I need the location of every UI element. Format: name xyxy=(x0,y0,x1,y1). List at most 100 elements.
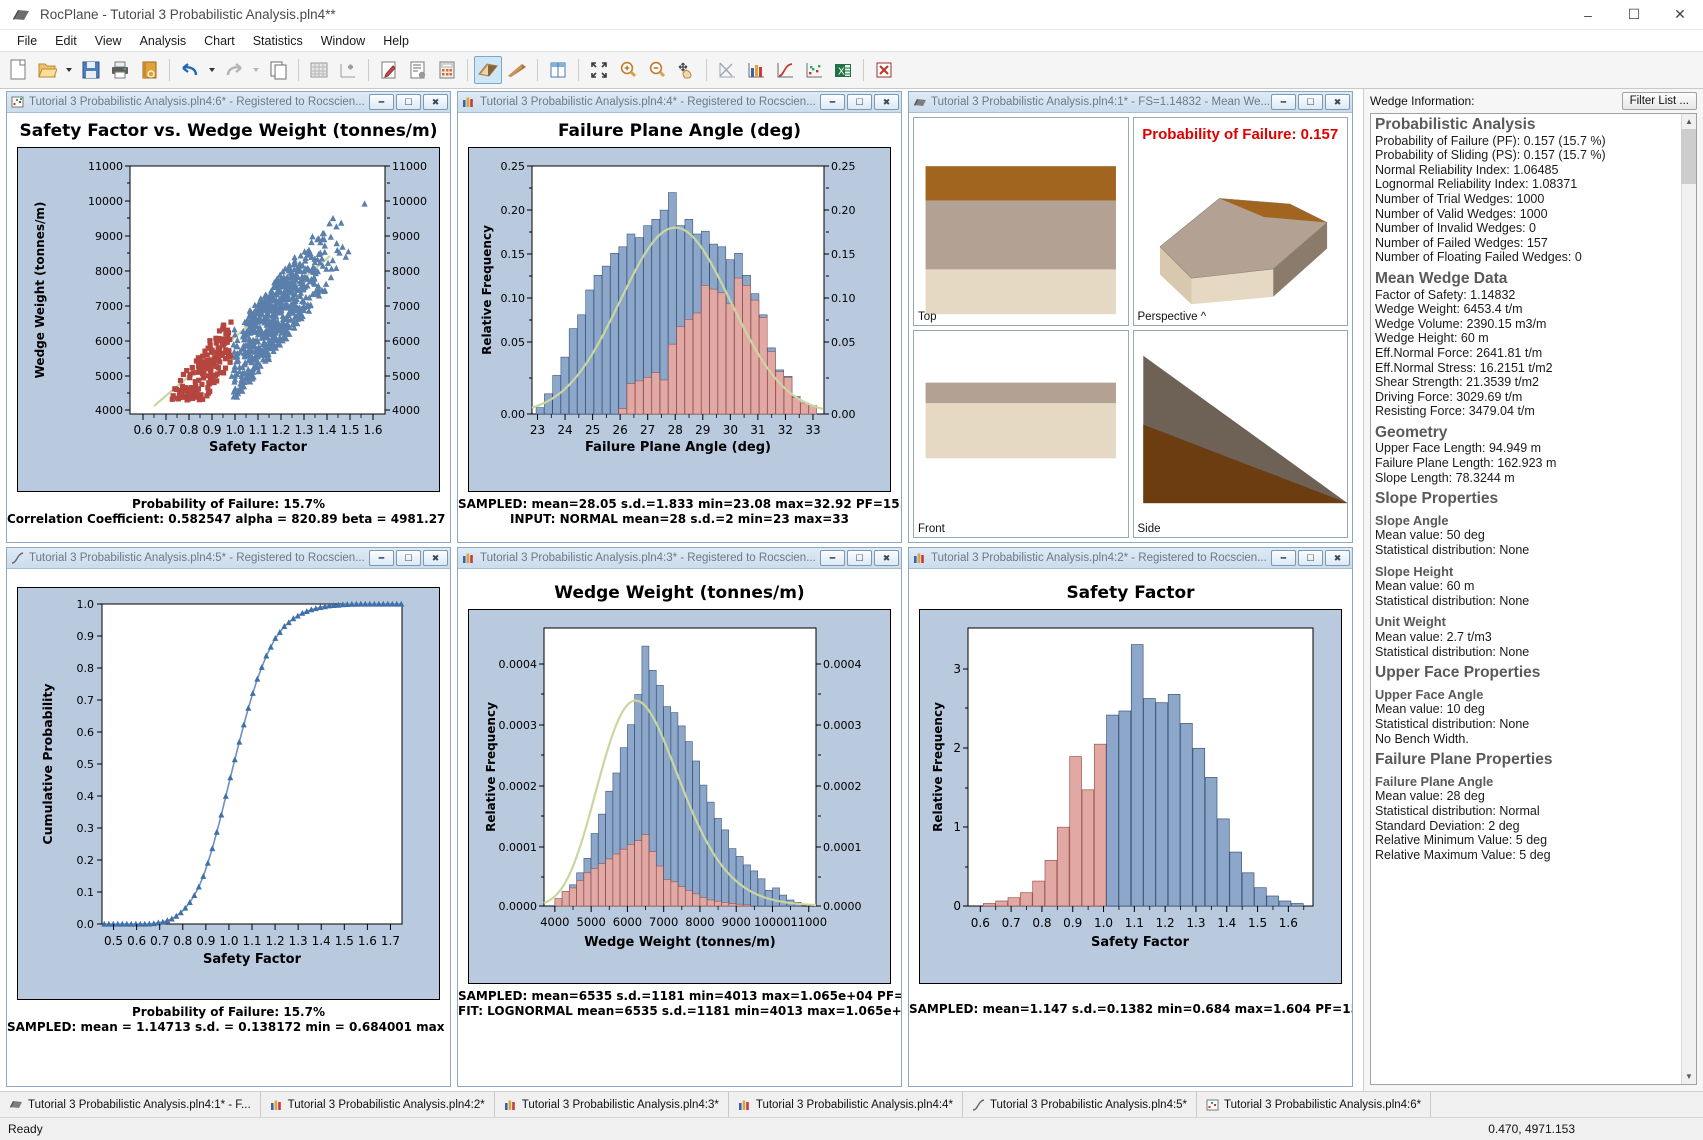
chart-caption-line2: INPUT: NORMAL mean=28 s.d.=2 min=23 max=… xyxy=(510,512,849,526)
window-scatter-plot[interactable]: Tutorial 3 Probabilistic Analysis.pln4:6… xyxy=(6,91,451,543)
window-tab[interactable]: Tutorial 3 Probabilistic Analysis.pln4:2… xyxy=(261,1092,495,1117)
svg-text:4000: 4000 xyxy=(540,915,569,929)
pan-icon[interactable] xyxy=(672,56,700,84)
histogram-icon xyxy=(911,551,928,566)
close-button[interactable]: ✕ xyxy=(1657,0,1703,30)
sidebar-scrollbar[interactable]: ▲ ▼ xyxy=(1681,114,1696,1084)
wedge-pane-side[interactable]: Side xyxy=(1132,329,1348,538)
app-icon xyxy=(6,8,36,22)
window-close-button[interactable]: ✖ xyxy=(874,550,899,566)
scroll-down-icon[interactable]: ▼ xyxy=(1682,1069,1696,1084)
window-close-button[interactable]: ✖ xyxy=(874,94,899,110)
window-wedge-weight-histogram[interactable]: Tutorial 3 Probabilistic Analysis.pln4:3… xyxy=(457,547,902,1087)
window-tab[interactable]: Tutorial 3 Probabilistic Analysis.pln4:3… xyxy=(495,1092,729,1117)
menu-analysis[interactable]: Analysis xyxy=(131,32,196,50)
window-close-button[interactable]: ✖ xyxy=(1325,94,1350,110)
window-tab[interactable]: Tutorial 3 Probabilistic Analysis.pln4:5… xyxy=(963,1092,1198,1117)
window-restore-button[interactable]: ☐ xyxy=(1298,550,1323,566)
window-wedge-3d-views[interactable]: Tutorial 3 Probabilistic Analysis.pln4:1… xyxy=(908,91,1353,543)
window-titlebar[interactable]: Tutorial 3 Probabilistic Analysis.pln4:6… xyxy=(7,92,450,113)
redo-icon[interactable] xyxy=(220,56,248,84)
minimize-button[interactable]: – xyxy=(1565,0,1611,30)
window-titlebar[interactable]: Tutorial 3 Probabilistic Analysis.pln4:5… xyxy=(7,548,450,569)
window-minimize-button[interactable]: ━ xyxy=(369,550,394,566)
cumulative-plot-area[interactable]: 0.0 0.1 0.2 0.3 0.4 0.5 0.6 0.7 0.8 0.9 1.0 0.5 0.6… xyxy=(17,587,440,1000)
window-close-button[interactable]: ✖ xyxy=(1325,550,1350,566)
wedge-view-icon[interactable] xyxy=(474,56,502,84)
new-file-icon[interactable] xyxy=(4,56,32,84)
menu-edit[interactable]: Edit xyxy=(46,32,86,50)
svg-text:8000: 8000 xyxy=(392,265,420,278)
zoom-out-icon[interactable] xyxy=(643,56,671,84)
scrollbar-thumb[interactable] xyxy=(1681,129,1696,184)
project-settings-icon[interactable] xyxy=(375,56,403,84)
window-minimize-button[interactable]: ━ xyxy=(820,550,845,566)
calculator-icon[interactable] xyxy=(433,56,461,84)
window-restore-button[interactable]: ☐ xyxy=(396,94,421,110)
input-data-icon[interactable] xyxy=(404,56,432,84)
window-minimize-button[interactable]: ━ xyxy=(1271,94,1296,110)
menu-file[interactable]: File xyxy=(8,32,46,50)
window-titlebar[interactable]: Tutorial 3 Probabilistic Analysis.pln4:1… xyxy=(909,92,1352,113)
cumulative-svg: 0.0 0.1 0.2 0.3 0.4 0.5 0.6 0.7 0.8 0.9 1.0 0.5 0.6… xyxy=(40,598,405,967)
window-minimize-button[interactable]: ━ xyxy=(1271,550,1296,566)
scatter-plot-icon[interactable] xyxy=(800,56,828,84)
copy-icon[interactable] xyxy=(264,56,292,84)
zoom-all-icon[interactable] xyxy=(585,56,613,84)
scatter-plot-area[interactable]: 11000 10000 9000 8000 7000 6000 5000 400… xyxy=(17,147,440,492)
window-failure-plane-angle[interactable]: Tutorial 3 Probabilistic Analysis.pln4:4… xyxy=(457,91,902,543)
wedge-pane-top[interactable]: Top xyxy=(913,117,1129,326)
window-tab[interactable]: Tutorial 3 Probabilistic Analysis.pln4:4… xyxy=(729,1092,963,1117)
print-icon[interactable] xyxy=(106,56,134,84)
filter-list-button[interactable]: Filter List ... xyxy=(1621,92,1697,110)
wedge-pane-front[interactable]: Front xyxy=(913,329,1129,538)
menu-help[interactable]: Help xyxy=(374,32,418,50)
grid-icon[interactable] xyxy=(305,56,333,84)
excel-export-icon[interactable]: X xyxy=(829,56,857,84)
menu-chart[interactable]: Chart xyxy=(195,32,244,50)
line-chart-icon[interactable] xyxy=(713,56,741,84)
undo-icon[interactable] xyxy=(176,56,204,84)
menu-window[interactable]: Window xyxy=(312,32,374,50)
window-titlebar[interactable]: Tutorial 3 Probabilistic Analysis.pln4:3… xyxy=(458,548,901,569)
wedge-solid-icon[interactable] xyxy=(503,56,531,84)
window-restore-button[interactable]: ☐ xyxy=(396,550,421,566)
print-preview-icon[interactable] xyxy=(135,56,163,84)
open-dropdown-icon[interactable] xyxy=(62,56,76,84)
svg-text:9000: 9000 xyxy=(392,230,420,243)
window-titlebar[interactable]: Tutorial 3 Probabilistic Analysis.pln4:4… xyxy=(458,92,901,113)
window-tab[interactable]: Tutorial 3 Probabilistic Analysis.pln4:6… xyxy=(1197,1092,1432,1117)
safety-factor-plot-area[interactable]: 3 2 1 0 0.6 0.7 0.8 0.9 1.0 1.1 1.2 1.3 1.4 1.5 1.… xyxy=(919,609,1342,984)
window-restore-button[interactable]: ☐ xyxy=(847,94,872,110)
window-restore-button[interactable]: ☐ xyxy=(1298,94,1323,110)
open-folder-icon[interactable] xyxy=(33,56,61,84)
wedge-pane-perspective[interactable]: Probability of Failure: 0.157 Perspectiv… xyxy=(1132,117,1348,326)
maximize-button[interactable]: ☐ xyxy=(1611,0,1657,30)
svg-text:Relative Frequency: Relative Frequency xyxy=(480,225,494,355)
zoom-in-icon[interactable] xyxy=(614,56,642,84)
menu-statistics[interactable]: Statistics xyxy=(244,32,312,50)
scroll-up-icon[interactable]: ▲ xyxy=(1682,114,1696,129)
save-icon[interactable] xyxy=(77,56,105,84)
sidebar-info-line: Failure Plane Length: 162.923 m xyxy=(1375,456,1557,471)
window-safety-factor-histogram[interactable]: Tutorial 3 Probabilistic Analysis.pln4:2… xyxy=(908,547,1353,1087)
window-close-button[interactable]: ✖ xyxy=(423,94,448,110)
window-cumulative-plot[interactable]: Tutorial 3 Probabilistic Analysis.pln4:5… xyxy=(6,547,451,1087)
perspective-view-graphic xyxy=(1159,198,1328,305)
undo-dropdown-icon[interactable] xyxy=(205,56,219,84)
close-chart-icon[interactable] xyxy=(870,56,898,84)
window-minimize-button[interactable]: ━ xyxy=(820,94,845,110)
window-tab[interactable]: Tutorial 3 Probabilistic Analysis.pln4:1… xyxy=(0,1092,261,1117)
add-grid-icon[interactable] xyxy=(334,56,362,84)
cumulative-plot-icon[interactable] xyxy=(771,56,799,84)
window-minimize-button[interactable]: ━ xyxy=(369,94,394,110)
window-restore-button[interactable]: ☐ xyxy=(847,550,872,566)
fpa-plot-area[interactable]: 0.25 0.20 0.15 0.10 0.05 0.00 0.25 0.20 0… xyxy=(468,147,891,492)
redo-dropdown-icon[interactable] xyxy=(249,56,263,84)
wedge-weight-plot-area[interactable]: 0.0004 0.0003 0.0002 0.0001 0.0000 0.000… xyxy=(468,609,891,984)
tile-view-icon[interactable] xyxy=(544,56,572,84)
histogram-icon[interactable] xyxy=(742,56,770,84)
menu-view[interactable]: View xyxy=(86,32,131,50)
window-close-button[interactable]: ✖ xyxy=(423,550,448,566)
window-titlebar[interactable]: Tutorial 3 Probabilistic Analysis.pln4:2… xyxy=(909,548,1352,569)
